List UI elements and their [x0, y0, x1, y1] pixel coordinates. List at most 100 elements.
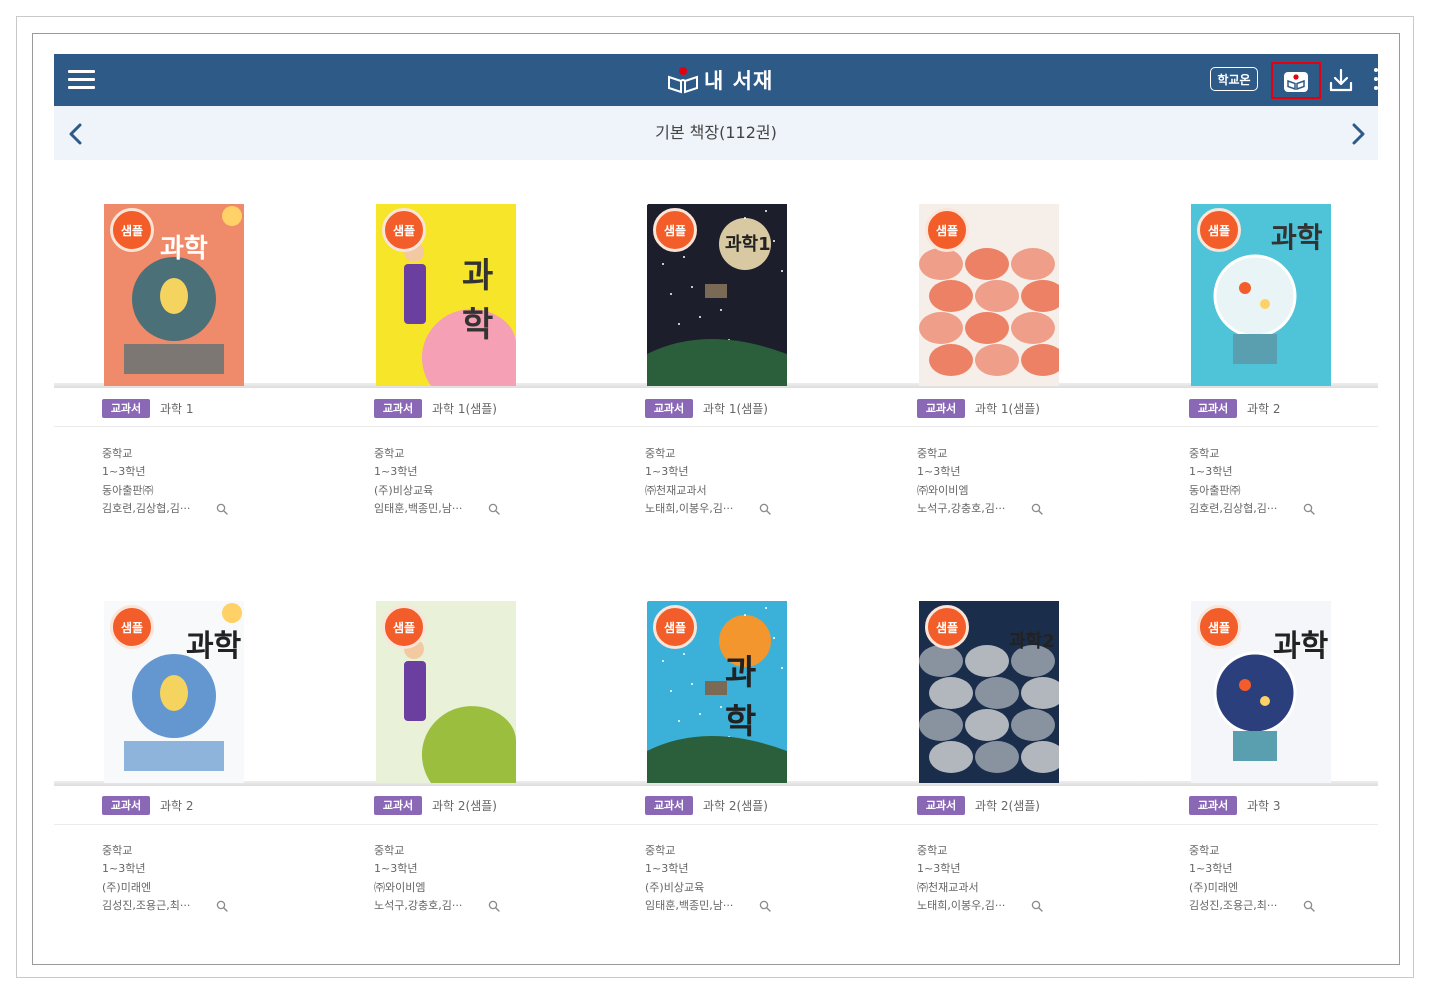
search-icon[interactable] — [759, 900, 771, 913]
book-card[interactable]: 샘플 교과서 과학 2(샘플) 중학교 1~3학년 ㈜와이비엠 노석구,강충호,… — [326, 601, 586, 934]
sample-badge: 샘플 — [382, 605, 426, 649]
grade-range: 1~3학년 — [102, 862, 146, 876]
book-meta: 교과서 과학 1(샘플) — [645, 398, 768, 418]
publisher: (주)비상교육 — [374, 483, 434, 497]
book-title[interactable]: 과학 1(샘플) — [432, 400, 497, 417]
page-title: 내 서재 — [704, 69, 774, 93]
authors-row: 노태희,이봉우,김··· — [645, 500, 845, 518]
grade-range: 1~3학년 — [917, 862, 961, 876]
school-level: 중학교 — [917, 844, 948, 857]
school-level: 중학교 — [1189, 844, 1220, 857]
book-cover[interactable]: 샘플 과학 — [1191, 601, 1331, 783]
book-title[interactable]: 과학 2(샘플) — [432, 797, 497, 814]
cover-title: 과학1 — [725, 234, 771, 255]
search-icon[interactable] — [1303, 503, 1315, 516]
publisher: (주)비상교육 — [645, 880, 705, 894]
authors: 김호련,김상협,김··· — [102, 502, 191, 516]
book-card[interactable]: 샘플 과학 교과서 과학 1 중학교 1~3학년 동아출판㈜ 김호련,김상협,김… — [54, 204, 314, 544]
book-details: 중학교 1~3학년 (주)비상교육 임태훈,백종민,남··· — [374, 445, 574, 519]
book-cover[interactable]: 샘플 — [919, 204, 1059, 386]
book-meta: 교과서 과학 2(샘플) — [917, 795, 1040, 815]
authors: 김성진,조용근,최··· — [102, 899, 191, 913]
digital-textbook-logo-icon — [668, 67, 698, 94]
book-cover[interactable]: 샘플 과학 — [104, 601, 244, 783]
authors: 김성진,조용근,최··· — [1189, 899, 1278, 913]
sample-badge: 샘플 — [1197, 208, 1241, 252]
book-details: 중학교 1~3학년 ㈜천재교과서 노태희,이봉우,김··· — [917, 842, 1117, 916]
shelf-title: 기본 책장(112권) — [655, 123, 777, 142]
search-icon[interactable] — [216, 503, 228, 516]
download-icon[interactable] — [1327, 66, 1355, 94]
search-icon[interactable] — [1303, 900, 1315, 913]
book-cover[interactable]: 샘플 과학 — [376, 204, 516, 386]
book-card[interactable]: 샘플 과학 교과서 과학 2 중학교 1~3학년 동아출판㈜ 김호련,김상협,김… — [1141, 204, 1378, 544]
book-details: 중학교 1~3학년 ㈜와이비엠 노석구,강충호,김··· — [917, 445, 1117, 519]
book-details: 중학교 1~3학년 동아출판㈜ 김호련,김상협,김··· — [1189, 445, 1378, 519]
search-icon[interactable] — [1031, 900, 1043, 913]
book-cover[interactable]: 샘플 과학1 — [647, 204, 787, 386]
authors: 노태희,이봉우,김··· — [917, 899, 1006, 913]
viewer-button[interactable] — [1271, 62, 1321, 99]
book-cover[interactable]: 샘플 — [376, 601, 516, 783]
authors-row: 노태희,이봉우,김··· — [917, 897, 1117, 915]
book-title[interactable]: 과학 1(샘플) — [703, 400, 768, 417]
authors: 노석구,강충호,김··· — [917, 502, 1006, 516]
publisher: ㈜와이비엠 — [374, 880, 426, 894]
book-details: 중학교 1~3학년 ㈜천재교과서 노태희,이봉우,김··· — [645, 445, 845, 519]
authors-row: 임태훈,백종민,남··· — [374, 500, 574, 518]
book-cover[interactable]: 샘플 과학 — [104, 204, 244, 386]
book-card[interactable]: 샘플 과학 교과서 과학 2(샘플) 중학교 1~3학년 (주)비상교육 임태훈… — [597, 601, 857, 934]
menu-icon[interactable] — [68, 68, 96, 92]
next-shelf-icon[interactable] — [1348, 122, 1368, 146]
sample-badge: 샘플 — [925, 605, 969, 649]
publisher: (주)미래엔 — [1189, 880, 1239, 894]
book-title[interactable]: 과학 2 — [160, 797, 194, 814]
book-card[interactable]: 샘플 과학 교과서 과학 1(샘플) 중학교 1~3학년 (주)비상교육 임태훈… — [326, 204, 586, 544]
book-title[interactable]: 과학 1 — [160, 400, 194, 417]
book-cover[interactable]: 샘플 과학 — [1191, 204, 1331, 386]
search-icon[interactable] — [488, 900, 500, 913]
brand: 내 서재 — [666, 64, 773, 96]
sample-badge: 샘플 — [110, 605, 154, 649]
publisher: 동아출판㈜ — [1189, 483, 1241, 497]
book-card[interactable]: 샘플 과학 교과서 과학 2 중학교 1~3학년 (주)미래엔 김성진,조용근,… — [54, 601, 314, 934]
cover-title: 과학2 — [1009, 631, 1055, 652]
cover-title: 과학 — [1273, 629, 1329, 664]
book-meta: 교과서 과학 2(샘플) — [374, 795, 497, 815]
textbook-tag: 교과서 — [1189, 795, 1237, 815]
book-card[interactable]: 샘플 과학2 교과서 과학 2(샘플) 중학교 1~3학년 ㈜천재교과서 노태희… — [869, 601, 1129, 934]
book-card[interactable]: 샘플 교과서 과학 1(샘플) 중학교 1~3학년 ㈜와이비엠 노석구,강충호,… — [869, 204, 1129, 544]
textbook-tag: 교과서 — [374, 398, 422, 418]
grade-range: 1~3학년 — [374, 862, 418, 876]
authors: 임태훈,백종민,남··· — [645, 899, 734, 913]
grade-range: 1~3학년 — [645, 465, 689, 479]
book-cover[interactable]: 샘플 과학 — [647, 601, 787, 783]
book-card[interactable]: 샘플 과학1 교과서 과학 1(샘플) 중학교 1~3학년 ㈜천재교과서 노태희… — [597, 204, 857, 544]
school-level: 중학교 — [374, 844, 405, 857]
search-icon[interactable] — [1031, 503, 1043, 516]
book-title[interactable]: 과학 2(샘플) — [703, 797, 768, 814]
book-details: 중학교 1~3학년 동아출판㈜ 김호련,김상협,김··· — [102, 445, 302, 519]
book-title[interactable]: 과학 2 — [1247, 400, 1281, 417]
grade-range: 1~3학년 — [374, 465, 418, 479]
grade-range: 1~3학년 — [1189, 862, 1233, 876]
book-title[interactable]: 과학 3 — [1247, 797, 1281, 814]
authors: 노석구,강충호,김··· — [374, 899, 463, 913]
book-title[interactable]: 과학 1(샘플) — [975, 400, 1040, 417]
search-icon[interactable] — [759, 503, 771, 516]
publisher: ㈜천재교과서 — [917, 880, 979, 894]
search-icon[interactable] — [216, 900, 228, 913]
book-cover[interactable]: 샘플 과학2 — [919, 601, 1059, 783]
authors-row: 노석구,강충호,김··· — [917, 500, 1117, 518]
school-level: 중학교 — [102, 447, 133, 460]
book-details: 중학교 1~3학년 (주)미래엔 김성진,조용근,최··· — [1189, 842, 1378, 916]
book-card[interactable]: 샘플 과학 교과서 과학 3 중학교 1~3학년 (주)미래엔 김성진,조용근,… — [1141, 601, 1378, 934]
search-icon[interactable] — [488, 503, 500, 516]
publisher: 동아출판㈜ — [102, 483, 154, 497]
more-menu-icon[interactable] — [1372, 68, 1378, 94]
school-on-button[interactable]: 학교온 — [1210, 67, 1258, 91]
book-title[interactable]: 과학 2(샘플) — [975, 797, 1040, 814]
book-meta: 교과서 과학 1 — [102, 398, 194, 418]
book-meta: 교과서 과학 1(샘플) — [374, 398, 497, 418]
textbook-tag: 교과서 — [374, 795, 422, 815]
